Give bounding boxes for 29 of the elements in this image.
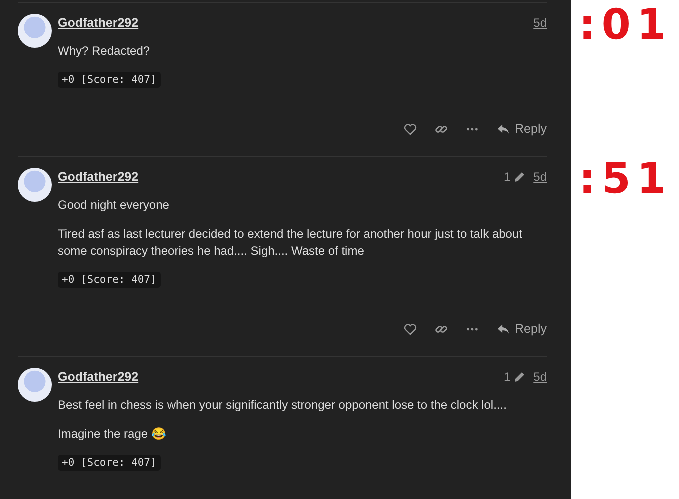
- heart-icon[interactable]: [404, 122, 418, 136]
- edit-count[interactable]: 1: [504, 370, 511, 384]
- username-link[interactable]: Godfather292: [58, 170, 139, 184]
- handwritten-annotation: :51: [579, 158, 672, 200]
- score-code: +0 [Score: 407]: [58, 455, 161, 471]
- avatar[interactable]: [18, 168, 52, 202]
- post-age-link[interactable]: 5d: [534, 16, 547, 30]
- edit-count[interactable]: 1: [504, 170, 511, 184]
- score-code: +0 [Score: 407]: [58, 272, 161, 288]
- post-age-link[interactable]: 5d: [534, 370, 547, 384]
- post-text: Tired asf as last lecturer decided to extend the lecture for another hour just to talk about some conspiracy theories he had.... Sigh.... Waste of time: [58, 226, 524, 260]
- post-text: Good night everyone: [58, 197, 170, 214]
- pencil-icon[interactable]: [514, 171, 526, 183]
- avatar[interactable]: [18, 14, 52, 48]
- reply-button[interactable]: Reply: [497, 122, 547, 136]
- post-age-link[interactable]: 5d: [534, 170, 547, 184]
- avatar[interactable]: [18, 368, 52, 402]
- username-link[interactable]: Godfather292: [58, 16, 139, 30]
- reply-arrow-icon: [497, 322, 510, 336]
- heart-icon[interactable]: [404, 322, 418, 336]
- username-link[interactable]: Godfather292: [58, 370, 139, 384]
- reply-button[interactable]: Reply: [497, 322, 547, 336]
- score-code: +0 [Score: 407]: [58, 72, 161, 88]
- post-text: Imagine the rage 😂: [58, 426, 168, 443]
- post-text: Best feel in chess is when your significantly stronger opponent lose to the clock lol....: [58, 397, 508, 414]
- pencil-icon[interactable]: [514, 371, 526, 383]
- handwritten-annotation: :01: [579, 4, 672, 46]
- reply-arrow-icon: [497, 122, 510, 136]
- post-text: Why? Redacted?: [58, 43, 152, 60]
